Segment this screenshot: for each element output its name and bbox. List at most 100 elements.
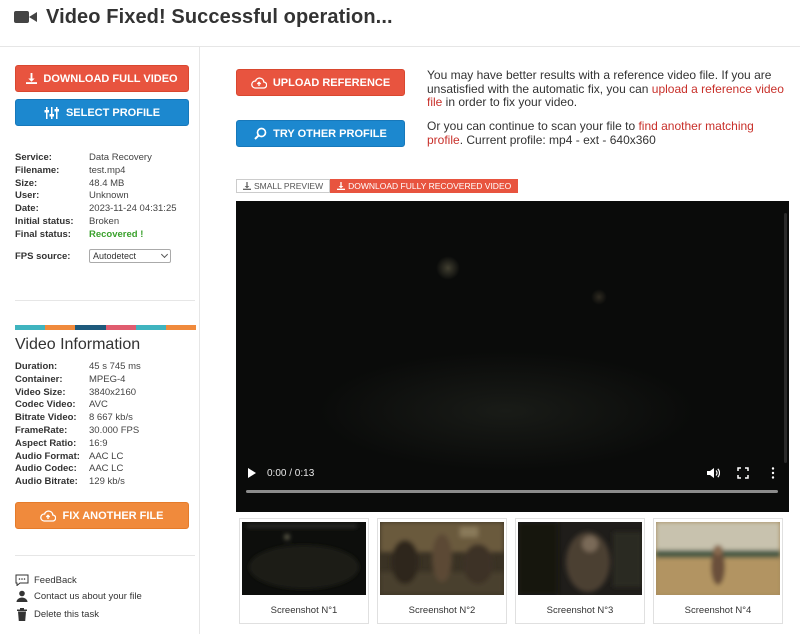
delete-task-label: Delete this task xyxy=(34,609,99,620)
color-stripe-segment xyxy=(165,325,197,330)
info-value: AAC LC xyxy=(89,463,124,475)
info-key: Final status: xyxy=(15,228,71,240)
video-info-title: Video Information xyxy=(15,336,141,353)
info-row: Date: 2023-11-24 04:31:25 xyxy=(15,203,177,216)
download-full-video-button[interactable]: DOWNLOAD FULL VIDEO xyxy=(15,65,189,92)
info-key: Duration: xyxy=(15,361,58,372)
tab-download-recovered-label: DOWNLOAD FULLY RECOVERED VIDEO xyxy=(348,181,512,191)
fullscreen-icon[interactable] xyxy=(737,467,749,479)
info-row: Codec Video: AVC xyxy=(15,399,141,412)
screenshot-thumbnail xyxy=(656,522,780,595)
more-options-icon[interactable] xyxy=(771,467,775,479)
info-key: Size: xyxy=(15,177,38,189)
video-controls: 0:00 / 0:13 xyxy=(236,464,789,512)
cloud-upload-icon xyxy=(40,509,57,522)
info-row: Filename: test.mp4 xyxy=(15,165,177,178)
info-value: Data Recovery xyxy=(89,152,152,163)
upload-reference-button[interactable]: UPLOAD REFERENCE xyxy=(236,69,405,96)
info-key: FrameRate: xyxy=(15,424,68,436)
upload-reference-label: UPLOAD REFERENCE xyxy=(272,76,391,89)
download-icon xyxy=(26,73,38,84)
screenshot-thumbnail xyxy=(380,522,504,595)
info-value: AAC LC xyxy=(89,450,124,462)
info-value: Broken xyxy=(89,215,120,227)
info-value: MPEG-4 xyxy=(89,373,126,385)
delete-task-link[interactable]: Delete this task xyxy=(15,608,99,621)
reference-info-text: You may have better results with a refer… xyxy=(427,68,787,110)
info-row: Initial status: Broken xyxy=(15,216,177,229)
info-row: Bitrate Video: 8 667 kb/s xyxy=(15,412,141,425)
screenshot-card-3[interactable]: Screenshot N°3 xyxy=(515,518,645,624)
profile-info-part: Or you can continue to scan your file to xyxy=(427,119,639,133)
contact-link[interactable]: Contact us about your file xyxy=(15,590,142,602)
screenshot-card-2[interactable]: Screenshot N°2 xyxy=(377,518,507,624)
info-key: Date: xyxy=(15,203,39,215)
info-value: Recovered ! xyxy=(89,228,144,240)
download-full-video-label: DOWNLOAD FULL VIDEO xyxy=(43,72,178,85)
page-header: Video Fixed! Successful operation... xyxy=(14,4,393,30)
info-key: Aspect Ratio: xyxy=(15,437,77,449)
info-key: Bitrate Video: xyxy=(15,412,77,424)
profile-info-text: Or you can continue to scan your file to… xyxy=(427,119,787,147)
try-other-profile-button[interactable]: TRY OTHER PROFILE xyxy=(236,120,405,147)
play-icon[interactable] xyxy=(248,468,256,478)
fps-source: FPS source: Autodetect xyxy=(15,249,171,263)
video-camera-icon xyxy=(14,9,38,25)
screenshots-row: Screenshot N°1 Screenshot N°2 Screenshot… xyxy=(239,518,783,624)
sidebar-divider xyxy=(199,47,200,634)
speech-bubble-icon xyxy=(15,574,29,586)
volume-icon[interactable] xyxy=(706,467,720,479)
section-divider xyxy=(15,300,195,301)
info-key: Initial status: xyxy=(15,215,74,227)
video-time: 0:00 / 0:13 xyxy=(267,468,315,479)
screenshot-caption: Screenshot N°4 xyxy=(684,605,752,616)
info-row: Audio Format: AAC LC xyxy=(15,451,141,464)
tab-small-preview-label: SMALL PREVIEW xyxy=(254,181,324,191)
video-frame-light xyxy=(591,289,607,305)
info-value: test.mp4 xyxy=(89,164,126,176)
screenshot-card-4[interactable]: Screenshot N°4 xyxy=(653,518,783,624)
contact-label: Contact us about your file xyxy=(34,590,142,602)
service-info: Service: Data Recovery Filename: test.mp4 Si… xyxy=(15,152,177,242)
fps-source-select[interactable]: Autodetect xyxy=(89,249,171,263)
info-value: 48.4 MB xyxy=(89,177,125,189)
select-profile-button[interactable]: SELECT PROFILE xyxy=(15,99,189,126)
color-stripe xyxy=(15,325,197,330)
cloud-upload-icon xyxy=(250,76,267,89)
info-row: Audio Bitrate: 129 kb/s xyxy=(15,476,141,489)
info-key: Audio Format: xyxy=(15,450,80,462)
feedback-link[interactable]: FeedBack xyxy=(15,574,77,586)
info-row: User: Unknown xyxy=(15,190,177,203)
fix-another-file-button[interactable]: FIX ANOTHER FILE xyxy=(15,502,189,529)
video-info: Duration: 45 s 745 ms Container: MPEG-4 Vide… xyxy=(15,361,141,489)
tab-download-recovered[interactable]: DOWNLOAD FULLY RECOVERED VIDEO xyxy=(330,179,519,193)
info-key: Filename: xyxy=(15,164,60,176)
select-profile-label: SELECT PROFILE xyxy=(65,106,161,119)
info-value: 8 667 kb/s xyxy=(89,412,133,424)
reference-info-part: in order to fix your video. xyxy=(442,95,578,109)
info-key: User: xyxy=(15,190,40,202)
screenshot-card-1[interactable]: Screenshot N°1 xyxy=(239,518,369,624)
download-icon xyxy=(337,182,346,190)
video-progress-track[interactable] xyxy=(246,490,778,493)
screenshot-caption: Screenshot N°3 xyxy=(546,605,614,616)
tab-small-preview[interactable]: SMALL PREVIEW xyxy=(236,179,331,193)
profile-info-part: . Current profile: mp4 - ext - 640x360 xyxy=(459,132,656,147)
info-row: Service: Data Recovery xyxy=(15,152,177,165)
info-key: Audio Codec: xyxy=(15,463,77,475)
video-player[interactable]: 0:00 / 0:13 xyxy=(236,201,789,512)
info-key: Video Size: xyxy=(15,386,66,398)
screenshot-thumbnail xyxy=(242,522,366,595)
info-value: 30.000 FPS xyxy=(89,424,140,436)
video-frame-shade xyxy=(316,351,696,471)
info-key: Container: xyxy=(15,373,63,385)
download-icon xyxy=(243,182,251,190)
info-key: Service: xyxy=(15,152,52,163)
color-stripe-segment xyxy=(135,325,166,330)
info-value: Unknown xyxy=(89,190,129,202)
info-row: Container: MPEG-4 xyxy=(15,374,141,387)
info-row: FrameRate: 30.000 FPS xyxy=(15,425,141,438)
screenshot-caption: Screenshot N°2 xyxy=(408,605,476,616)
info-row: Video Size: 3840x2160 xyxy=(15,387,141,400)
header-divider xyxy=(0,46,800,47)
